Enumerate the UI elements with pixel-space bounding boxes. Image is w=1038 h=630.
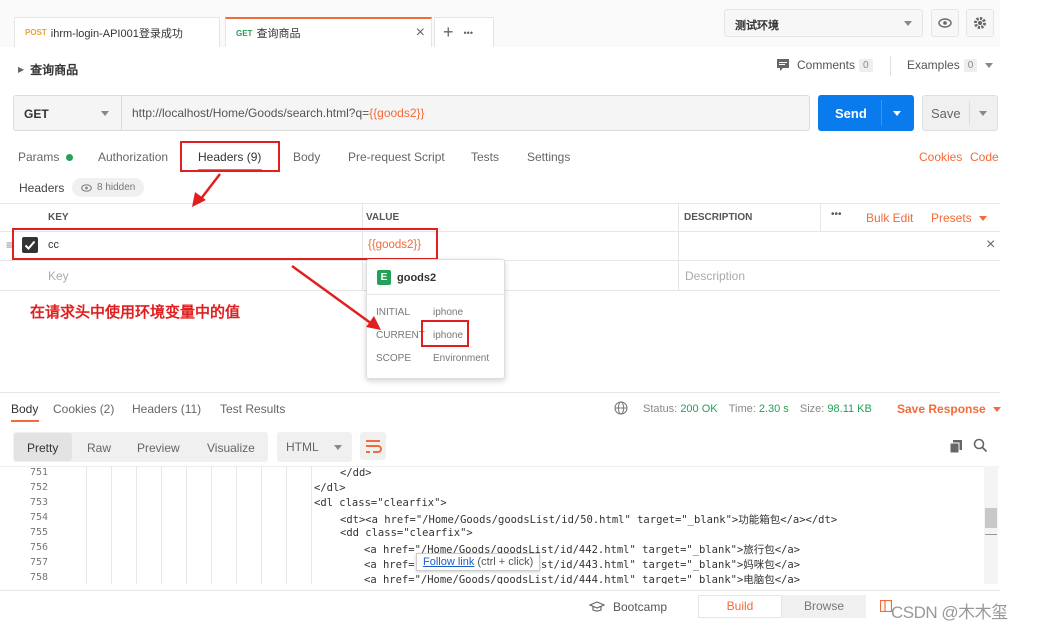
save-response-dropdown[interactable]: Save Response	[897, 402, 1001, 416]
globe-icon[interactable]	[614, 401, 628, 418]
scroll-marker	[985, 534, 997, 535]
line-number: 751	[29, 467, 48, 478]
response-tab-headers[interactable]: Headers (11)	[132, 402, 201, 416]
code-line: </dd>	[340, 467, 372, 479]
line-number: 753	[29, 497, 48, 508]
line-number: 755	[29, 527, 48, 538]
indent-guides	[62, 466, 312, 584]
chevron-down-icon	[992, 406, 1001, 412]
divider	[0, 392, 1000, 393]
wrap-icon	[366, 440, 382, 453]
arrow-head	[366, 316, 381, 330]
size-value: 98.11 KB	[827, 403, 872, 415]
code-line: </dl>	[314, 482, 346, 494]
line-number: 756	[29, 542, 48, 553]
response-code-editor[interactable]: 751 </dd> 752 </dl> 753 <dl class="clear…	[0, 466, 1000, 584]
chevron-down-icon	[334, 445, 342, 450]
follow-link[interactable]: Follow link	[423, 556, 474, 568]
bootcamp-link[interactable]: Bootcamp	[589, 600, 667, 614]
time-label: Time:	[728, 403, 756, 415]
status-value: 200 OK	[680, 403, 718, 415]
code-line: <dt><a href="/Home/Goods/goodsList/id/50…	[340, 514, 838, 526]
divider	[0, 590, 1000, 591]
scrollbar-thumb[interactable]	[985, 508, 997, 528]
follow-link-tooltip: Follow link (ctrl + click)	[416, 553, 541, 571]
response-tab-cookies[interactable]: Cookies (2)	[53, 402, 114, 416]
size-label: Size:	[799, 403, 825, 415]
line-number: 754	[29, 512, 48, 523]
view-visualize[interactable]: Visualize	[207, 441, 255, 455]
view-pretty[interactable]: Pretty	[27, 441, 58, 455]
format-select[interactable]: HTML	[277, 432, 352, 462]
browse-toggle[interactable]: Browse	[782, 595, 866, 618]
arrow-line	[199, 173, 221, 201]
line-number: 757	[29, 557, 48, 568]
line-number: 752	[29, 482, 48, 493]
follow-link-hint: (ctrl + click)	[477, 556, 534, 568]
watermark: CSDN @木木玺	[891, 603, 1008, 622]
build-toggle[interactable]: Build	[698, 595, 782, 618]
status-label: Status:	[643, 403, 678, 415]
arrow-line	[291, 264, 373, 326]
annotation-text: 在请求头中使用环境变量中的值	[30, 304, 241, 321]
code-line: <dl class="clearfix">	[314, 497, 447, 509]
status-info: Status: 200 OK Time: 2.30 s Size: 98.11 …	[643, 403, 872, 415]
code-line: <dd class="clearfix">	[340, 527, 473, 539]
active-tab-indicator	[11, 420, 39, 422]
view-raw[interactable]: Raw	[87, 441, 111, 455]
search-icon[interactable]	[973, 438, 988, 456]
copy-icon[interactable]	[949, 439, 963, 456]
save-response-label: Save Response	[897, 402, 986, 416]
response-tab-body[interactable]: Body	[11, 402, 38, 416]
format-value: HTML	[286, 440, 319, 454]
time-value: 2.30 s	[758, 403, 789, 415]
bootcamp-icon	[589, 601, 605, 612]
line-number: 758	[29, 572, 48, 583]
response-tab-test-results[interactable]: Test Results	[220, 402, 285, 416]
bootcamp-label: Bootcamp	[613, 600, 668, 614]
wrap-lines-button[interactable]	[360, 432, 386, 460]
view-preview[interactable]: Preview	[137, 441, 180, 455]
code-line: <a href="/Home/Goods/goodsList/id/444.ht…	[364, 574, 801, 584]
